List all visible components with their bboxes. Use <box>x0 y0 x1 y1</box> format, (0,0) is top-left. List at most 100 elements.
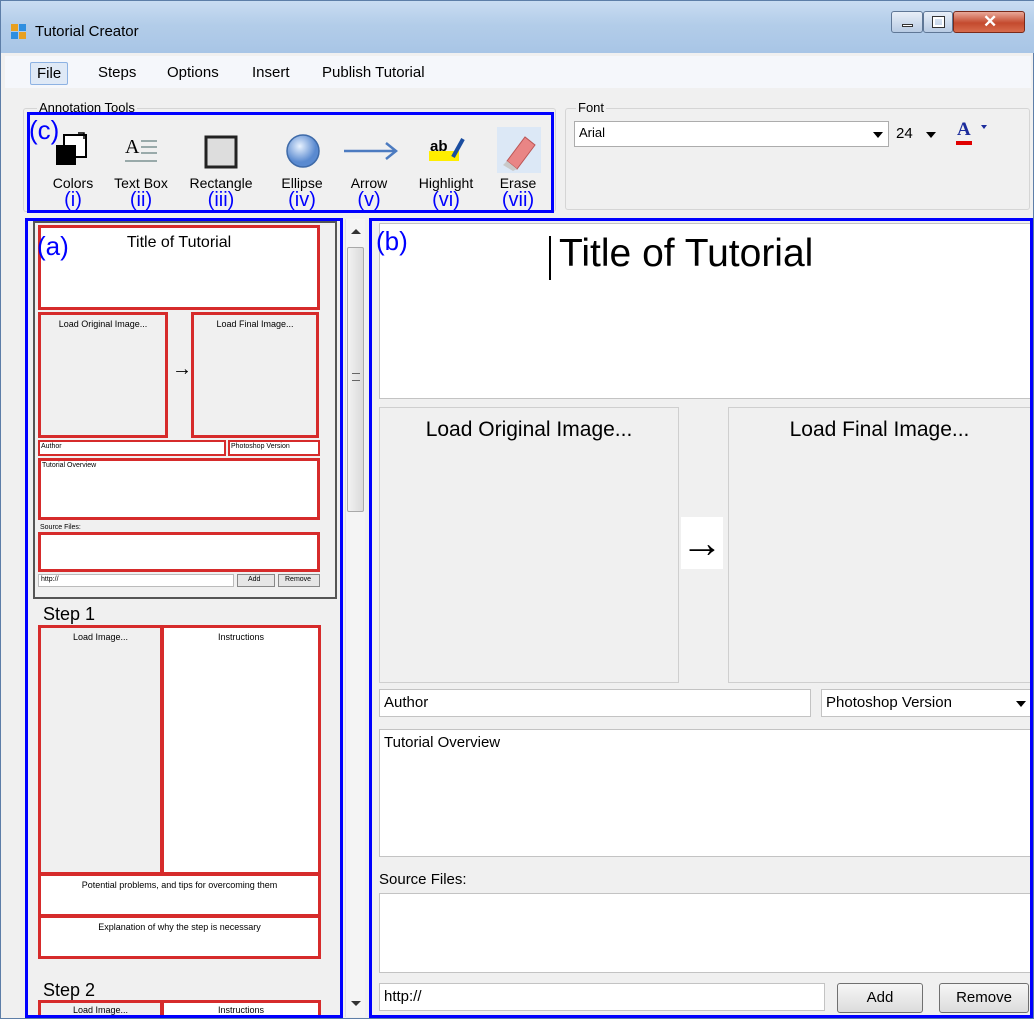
chevron-down-icon <box>981 125 987 129</box>
font-color-button[interactable]: A <box>953 119 1003 149</box>
thumb-original-image: Load Original Image... <box>38 312 168 438</box>
overview-field[interactable]: Tutorial Overview <box>379 729 1031 857</box>
thumb-source-files <box>38 532 320 572</box>
thumb-source-label: Source Files: <box>40 524 81 531</box>
textbox-icon: A <box>125 136 157 162</box>
url-field[interactable]: http:// <box>379 983 825 1011</box>
scroll-up-icon[interactable] <box>351 229 361 234</box>
text-cursor <box>549 236 551 280</box>
step1-problems-text: Potential problems, and tips for overcom… <box>81 880 278 890</box>
thumb-load-final: Load Final Image... <box>216 319 294 329</box>
thumbnail-scrollbar[interactable] <box>345 219 365 1017</box>
font-family-value: Arial <box>579 125 606 140</box>
close-button[interactable]: ✕ <box>953 11 1025 33</box>
annotation-tools-label: Annotation Tools <box>37 100 137 115</box>
rectangle-tool[interactable]: Rectangle (iii) <box>186 127 256 211</box>
step1-problems: Potential problems, and tips for overcom… <box>38 873 321 917</box>
erase-tool[interactable]: Erase (vii) <box>483 127 553 211</box>
font-size-value: 24 <box>896 125 913 142</box>
chevron-down-icon <box>873 132 883 138</box>
region-label-c: (c) <box>29 115 60 145</box>
editor-original-image[interactable]: Load Original Image... <box>379 407 679 683</box>
ellipse-icon <box>286 134 320 168</box>
maximize-icon <box>932 16 945 28</box>
textbox-roman: (ii) <box>129 189 153 211</box>
source-files-label: Source Files: <box>379 871 467 888</box>
maximize-button[interactable] <box>923 11 953 33</box>
remove-button[interactable]: Remove <box>939 983 1029 1013</box>
editor-load-original: Load Original Image... <box>425 418 633 441</box>
editor-title-field[interactable]: Title of Tutorial <box>379 223 1031 399</box>
font-color-bar <box>956 141 972 145</box>
svg-text:ab: ab <box>430 138 448 155</box>
step2-heading: Step 2 <box>43 980 96 1000</box>
app-icon <box>11 24 27 40</box>
textbox-tool[interactable]: A Text Box (ii) <box>106 127 176 211</box>
add-button[interactable]: Add <box>837 983 923 1013</box>
minimize-button[interactable] <box>891 11 923 33</box>
scroll-down-icon[interactable] <box>351 1001 361 1006</box>
thumb-version: Photoshop Version <box>228 440 320 456</box>
step1-heading: Step 1 <box>43 604 96 624</box>
step2-image: Load Image... <box>38 1000 163 1018</box>
eraser-icon <box>503 136 536 171</box>
step2-instructions: Instructions <box>161 1000 321 1018</box>
editor-title: Title of Tutorial <box>559 232 814 275</box>
thumb-title-box: Title of Tutorial <box>38 225 320 310</box>
scroll-thumb[interactable] <box>347 247 364 512</box>
step1-instructions: Instructions <box>161 625 321 875</box>
source-files-list[interactable] <box>379 893 1031 973</box>
chevron-down-icon <box>926 132 936 138</box>
font-color-glyph: A <box>957 119 971 140</box>
erase-roman: (vii) <box>501 189 535 211</box>
rectangle-roman: (iii) <box>207 189 235 211</box>
step1-load-image: Load Image... <box>72 632 129 642</box>
menu-bar: File Steps Options Insert Publish Tutori… <box>5 56 1031 88</box>
menu-options[interactable]: Options <box>161 62 225 83</box>
step1-instructions-text: Instructions <box>217 632 265 642</box>
thumb-title: Title of Tutorial <box>126 234 232 251</box>
highlight-icon: ab <box>429 138 465 161</box>
thumb-remove: Remove <box>278 574 320 587</box>
chevron-down-icon <box>1016 701 1026 707</box>
svg-text:A: A <box>125 136 140 158</box>
rectangle-icon <box>204 135 238 169</box>
menu-insert[interactable]: Insert <box>246 62 296 83</box>
arrow-tool[interactable]: Arrow (v) <box>334 127 404 211</box>
url-text: http:// <box>384 988 422 1005</box>
author-field[interactable]: Author <box>379 689 811 717</box>
minimize-icon <box>902 24 913 27</box>
thumb-overview: Tutorial Overview <box>38 458 320 520</box>
arrow-icon <box>344 142 399 160</box>
overview-text: Tutorial Overview <box>384 734 501 751</box>
close-icon: ✕ <box>983 12 998 31</box>
menu-steps[interactable]: Steps <box>92 62 142 83</box>
thumb-add-text: Add <box>248 576 261 583</box>
thumb-author-text: Author <box>41 443 62 450</box>
step1-explanation: Explanation of why the step is necessary <box>38 915 321 959</box>
thumbnail-panel[interactable]: Title of Tutorial Load Original Image...… <box>25 218 343 1018</box>
thumb-author: Author <box>38 440 226 456</box>
region-label-a: (a) <box>37 231 69 261</box>
font-family-select[interactable]: Arial <box>574 121 889 147</box>
photoshop-version-text: Photoshop Version <box>826 694 952 711</box>
grip-icon <box>352 373 360 381</box>
thumb-load-original: Load Original Image... <box>58 319 148 329</box>
thumb-arrow: → <box>172 358 192 380</box>
highlight-tool[interactable]: ab Highlight (vi) <box>411 127 481 211</box>
thumb-version-text: Photoshop Version <box>231 443 290 450</box>
photoshop-version-select[interactable]: Photoshop Version <box>821 689 1031 717</box>
menu-publish-tutorial[interactable]: Publish Tutorial <box>316 62 431 83</box>
font-size-select[interactable]: 24 <box>891 121 947 147</box>
thumb-remove-text: Remove <box>285 576 312 583</box>
window-title: Tutorial Creator <box>35 23 139 40</box>
author-text: Author <box>384 694 429 711</box>
step1-image: Load Image... <box>38 625 163 875</box>
thumb-url: http:// <box>38 574 234 587</box>
editor-final-image[interactable]: Load Final Image... <box>728 407 1031 683</box>
font-label: Font <box>576 100 607 115</box>
thumb-overview-text: Tutorial Overview <box>42 462 97 469</box>
menu-file[interactable]: File <box>30 62 69 85</box>
app-window: Tutorial Creator ✕ File Steps Options In… <box>0 0 1034 1019</box>
region-label-b: (b) <box>376 226 408 256</box>
